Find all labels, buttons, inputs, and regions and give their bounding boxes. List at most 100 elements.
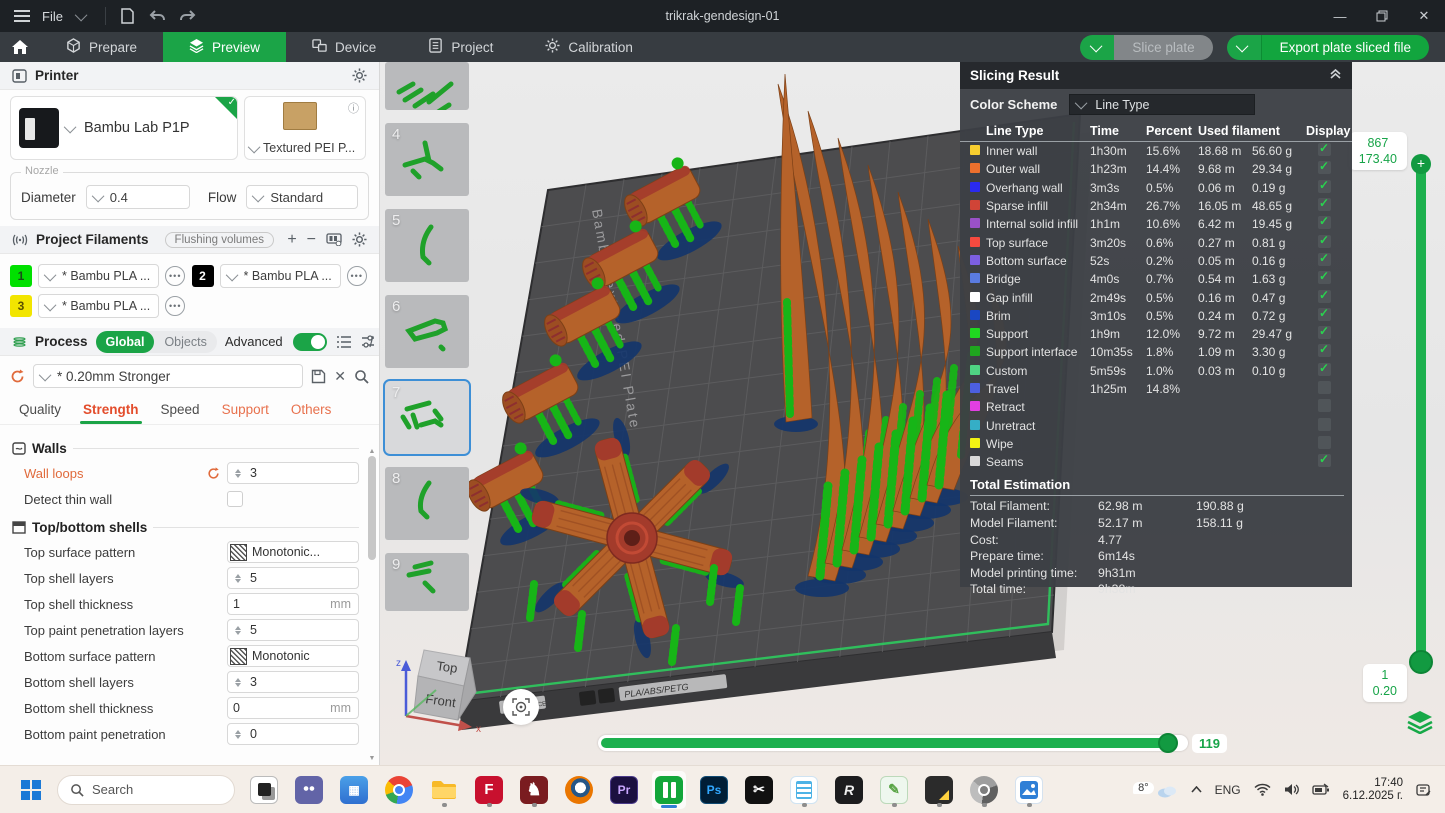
display-checkbox[interactable] — [1318, 418, 1331, 431]
filament-color-chip[interactable]: 3 — [10, 295, 32, 317]
notes-app-taskbar-icon[interactable] — [787, 771, 821, 809]
display-checkbox[interactable] — [1318, 161, 1331, 174]
ams-sync-icon[interactable] — [326, 233, 342, 246]
tab-prepare[interactable]: Prepare — [40, 32, 163, 62]
calculator-taskbar-icon[interactable]: ▦ — [337, 771, 371, 809]
spinner-input[interactable]: 5 — [227, 567, 359, 589]
flushing-volumes-button[interactable]: Flushing volumes — [165, 232, 274, 248]
display-checkbox[interactable] — [1318, 363, 1331, 376]
dark-folder-app-taskbar-icon[interactable] — [922, 771, 956, 809]
display-checkbox[interactable] — [1318, 344, 1331, 357]
search-param-icon[interactable] — [354, 369, 369, 384]
file-menu[interactable]: File — [42, 9, 63, 24]
font-app-taskbar-icon[interactable]: F — [472, 771, 506, 809]
segment-global[interactable]: Global — [96, 331, 155, 353]
display-checkbox[interactable] — [1318, 290, 1331, 303]
display-checkbox[interactable] — [1318, 143, 1331, 156]
camera-orientation-button[interactable] — [503, 689, 539, 725]
process-tab-quality[interactable]: Quality — [10, 398, 70, 424]
nozzle-diameter-select[interactable]: 0.4 — [86, 185, 190, 209]
task-view-taskbar-icon[interactable] — [247, 771, 281, 809]
pattern-select[interactable]: Monotonic — [227, 645, 359, 667]
chevron-down-icon[interactable] — [73, 6, 93, 26]
display-checkbox[interactable] — [1318, 235, 1331, 248]
filament-select[interactable]: * Bambu PLA ... — [38, 264, 159, 288]
process-tab-support[interactable]: Support — [213, 398, 278, 424]
process-tab-others[interactable]: Others — [282, 398, 341, 424]
segment-objects[interactable]: Objects — [154, 331, 216, 353]
wifi-icon[interactable] — [1254, 783, 1271, 796]
clock-widget[interactable]: 17:40 6.12.2025 г. — [1343, 777, 1403, 803]
start-button[interactable] — [14, 771, 48, 809]
color-scheme-select[interactable]: Line Type — [1069, 94, 1255, 115]
step-slider-handle[interactable] — [1158, 733, 1178, 753]
layer-slider[interactable]: + — [1416, 162, 1426, 664]
photoshop-taskbar-icon[interactable]: Ps — [697, 771, 731, 809]
plate-type-card[interactable]: ⓘ Textured PEI P... — [244, 96, 366, 160]
home-button[interactable] — [0, 32, 40, 62]
layer-slider-plus[interactable]: + — [1411, 154, 1431, 174]
checkbox[interactable] — [227, 491, 243, 507]
filament-color-chip[interactable]: 1 — [10, 265, 32, 287]
filament-select[interactable]: * Bambu PLA ... — [38, 294, 159, 318]
display-checkbox[interactable] — [1318, 381, 1331, 394]
info-icon[interactable]: ⓘ — [348, 100, 359, 116]
remove-filament-icon[interactable]: − — [307, 231, 316, 249]
volume-icon[interactable] — [1284, 783, 1299, 796]
pattern-select[interactable]: Monotonic... — [227, 541, 359, 563]
display-checkbox[interactable] — [1318, 271, 1331, 284]
param-reset-icon[interactable] — [207, 467, 223, 480]
restore-button[interactable] — [1361, 0, 1403, 32]
bambu-studio-taskbar-icon[interactable] — [652, 771, 686, 809]
filament-settings-gear-icon[interactable] — [352, 232, 367, 247]
battery-icon[interactable] — [1312, 783, 1330, 796]
display-checkbox[interactable] — [1318, 216, 1331, 229]
printer-selector-card[interactable]: Bambu Lab P1P — [10, 96, 238, 160]
step-slider[interactable] — [598, 735, 1188, 751]
value-input[interactable]: 0mm — [227, 697, 359, 719]
filament-edit-button[interactable]: ••• — [165, 296, 185, 316]
param-list-icon[interactable] — [337, 336, 351, 348]
notepad-plus-taskbar-icon[interactable]: ✎ — [877, 771, 911, 809]
preset-select[interactable]: * 0.20mm Stronger — [33, 364, 303, 388]
display-checkbox[interactable] — [1318, 308, 1331, 321]
slice-dropdown-chevron[interactable] — [1080, 35, 1114, 60]
plate-thumbnail-5[interactable]: 5 — [385, 209, 469, 282]
scrollbar-thumb[interactable] — [368, 456, 376, 560]
rhino-taskbar-icon[interactable]: R — [832, 771, 866, 809]
export-plate-button[interactable]: Export plate sliced file — [1227, 35, 1429, 60]
dark-red-app-taskbar-icon[interactable]: ♞ — [517, 771, 551, 809]
language-indicator[interactable]: ENG — [1215, 783, 1241, 797]
plate-thumbnail-7[interactable]: 7 — [385, 381, 469, 454]
spinner-input[interactable]: 0 — [227, 723, 359, 745]
save-file-icon[interactable] — [118, 6, 138, 26]
flow-select[interactable]: Standard — [246, 185, 358, 209]
file-explorer-taskbar-icon[interactable] — [427, 771, 461, 809]
filament-select[interactable]: * Bambu PLA ... — [220, 264, 341, 288]
spinner-input[interactable]: 3 — [227, 671, 359, 693]
printer-settings-gear-icon[interactable] — [352, 68, 367, 83]
capcut-taskbar-icon[interactable]: ✂ — [742, 771, 776, 809]
plate-thumbnail-6[interactable]: 6 — [385, 295, 469, 368]
filament-color-chip[interactable]: 2 — [192, 265, 214, 287]
process-tab-speed[interactable]: Speed — [152, 398, 209, 424]
layers-view-icon[interactable] — [1407, 710, 1433, 737]
display-checkbox[interactable] — [1318, 180, 1331, 193]
chrome-taskbar-icon[interactable] — [382, 771, 416, 809]
display-checkbox[interactable] — [1318, 198, 1331, 211]
filament-edit-button[interactable]: ••• — [347, 266, 367, 286]
spinner-input[interactable]: 3 — [227, 462, 359, 484]
collapse-panel-icon[interactable] — [1329, 68, 1342, 83]
export-dropdown-chevron[interactable] — [1227, 35, 1261, 60]
premiere-pro-taskbar-icon[interactable]: Pr — [607, 771, 641, 809]
tab-preview[interactable]: Preview — [163, 32, 286, 62]
photos-taskbar-icon[interactable] — [1012, 771, 1046, 809]
tab-project[interactable]: Project — [402, 32, 519, 62]
clear-preset-icon[interactable]: ✕ — [334, 368, 346, 385]
value-input[interactable]: 1mm — [227, 593, 359, 615]
plate-thumbnail-top[interactable] — [385, 62, 469, 110]
display-checkbox[interactable] — [1318, 436, 1331, 449]
undo-icon[interactable] — [148, 6, 168, 26]
tab-calibration[interactable]: Calibration — [519, 32, 659, 62]
display-checkbox[interactable] — [1318, 253, 1331, 266]
